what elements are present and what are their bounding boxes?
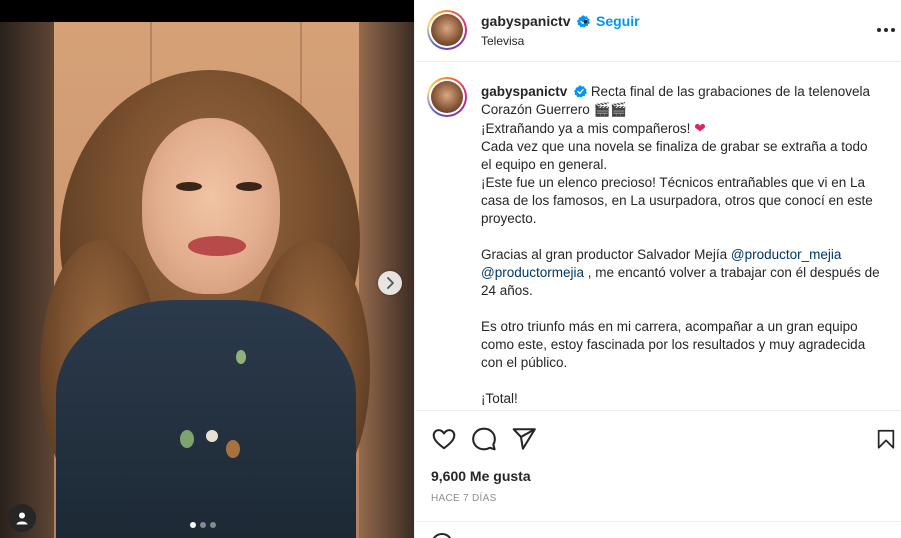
- post-location[interactable]: Televisa: [481, 34, 524, 48]
- bookmark-icon[interactable]: [875, 426, 897, 452]
- heart-emoji-icon: ❤: [694, 120, 706, 136]
- avatar-image: [431, 14, 463, 46]
- caption-avatar[interactable]: [427, 77, 467, 117]
- post-side-panel: gabyspanictv • Seguir Televisa gabyspani…: [414, 0, 901, 538]
- heart-icon[interactable]: [431, 426, 457, 452]
- chevron-right-icon: [387, 277, 394, 289]
- media-top-strip: [0, 0, 414, 22]
- post-media[interactable]: [0, 0, 414, 538]
- photo-lips: [188, 236, 246, 256]
- user-icon: [16, 512, 28, 525]
- caption-thanks: Gracias al gran productor Salvador Mejía: [481, 247, 731, 262]
- photo-necklace-bead: [206, 430, 218, 442]
- post-timestamp[interactable]: HACE 7 DÍAS: [431, 493, 497, 504]
- divider: [415, 521, 901, 522]
- photo-eye-left: [176, 182, 202, 191]
- mention-link[interactable]: @productormejia: [481, 265, 584, 280]
- mention-link[interactable]: @productor_mejia: [731, 247, 842, 262]
- photo-blouse: [56, 300, 356, 538]
- caption-line: ¡Este fue un elenco precioso! Técnicos e…: [481, 175, 873, 226]
- share-icon[interactable]: [511, 426, 537, 452]
- carousel-dot: [210, 522, 216, 528]
- post-caption: gabyspanictv Recta final de las grabacio…: [481, 83, 881, 408]
- caption-line: ¡Extrañando ya a mis compañeros!: [481, 121, 691, 136]
- caption-area: gabyspanictv Recta final de las grabacio…: [415, 63, 901, 410]
- header-username[interactable]: gabyspanictv: [481, 13, 570, 29]
- caption-line: Cada vez que una novela se finaliza de g…: [481, 139, 868, 172]
- carousel-dot-active: [190, 522, 196, 528]
- carousel-dot: [200, 522, 206, 528]
- header-separator: •: [583, 13, 588, 29]
- more-options-icon[interactable]: [877, 28, 895, 32]
- tagged-users-button[interactable]: [8, 504, 36, 532]
- photo-face: [142, 118, 280, 294]
- photo-necklace-bead: [180, 430, 194, 448]
- emoji-icon[interactable]: [431, 533, 453, 538]
- caption-closing: Es otro triunfo más en mi carrera, acomp…: [481, 319, 866, 370]
- post-header: gabyspanictv • Seguir Televisa: [415, 0, 901, 62]
- caption-end: ¡Total!: [481, 391, 518, 406]
- photo-eye-right: [236, 182, 262, 191]
- likes-count[interactable]: 9,600 Me gusta: [431, 468, 531, 484]
- post-actions: 9,600 Me gusta HACE 7 DÍAS: [415, 410, 901, 538]
- follow-button[interactable]: Seguir: [596, 13, 640, 29]
- avatar[interactable]: [427, 10, 467, 50]
- caption-username[interactable]: gabyspanictv: [481, 84, 567, 99]
- photo-necklace-bead: [236, 350, 246, 364]
- photo-necklace-bead: [226, 440, 240, 458]
- carousel-dots: [190, 522, 216, 528]
- carousel-next-button[interactable]: [378, 271, 402, 295]
- comment-icon[interactable]: [471, 426, 497, 452]
- header-username-line[interactable]: gabyspanictv: [481, 13, 591, 29]
- verified-badge-icon: [574, 85, 588, 98]
